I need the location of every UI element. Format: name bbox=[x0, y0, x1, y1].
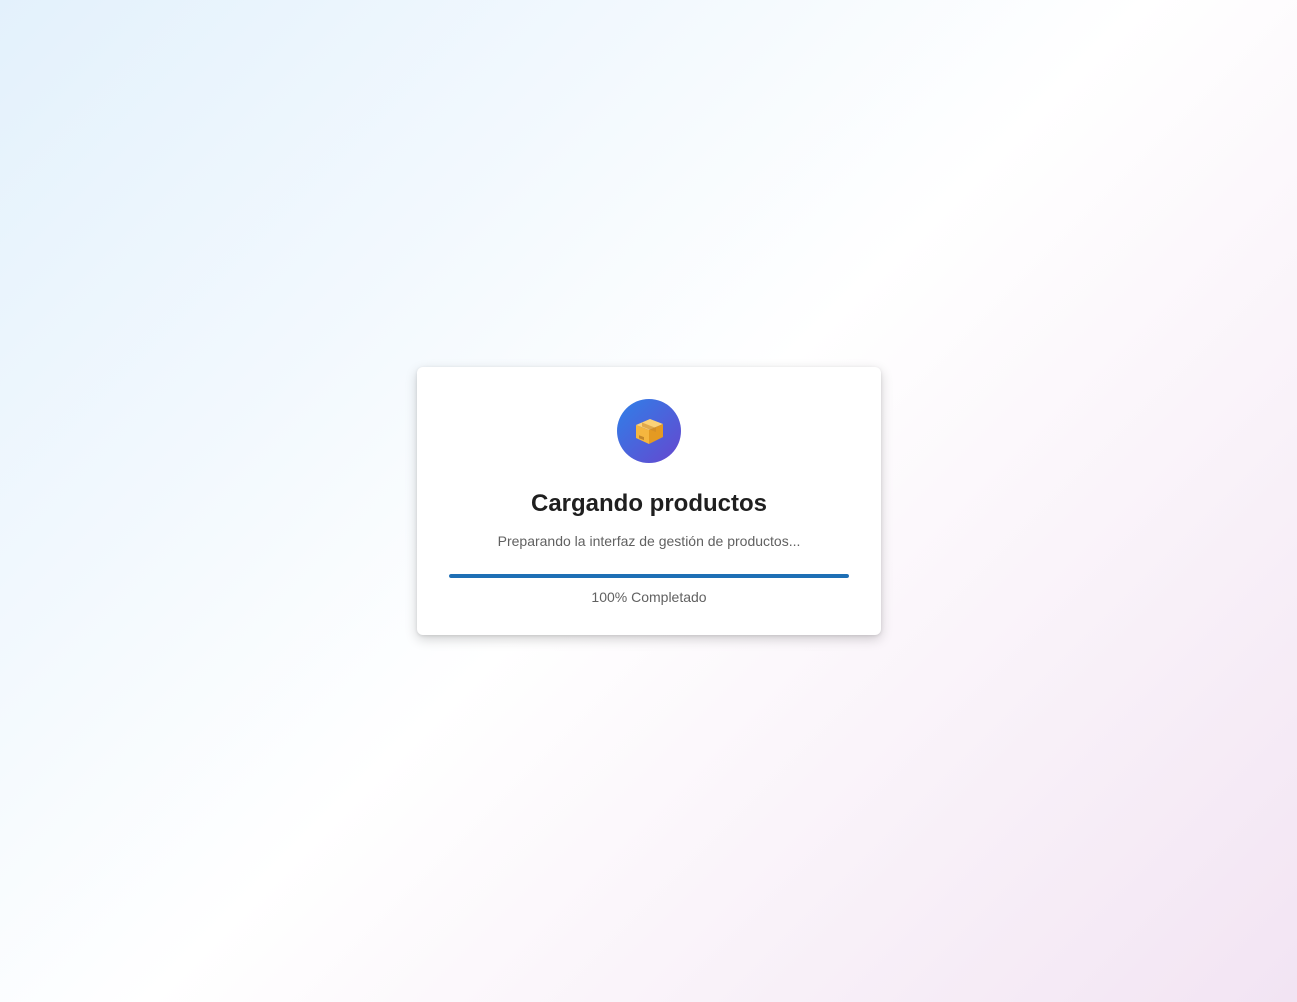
progress-label: 100% Completado bbox=[591, 589, 707, 605]
logo-badge bbox=[617, 399, 681, 463]
loading-subtitle: Preparando la interfaz de gestión de pro… bbox=[497, 533, 801, 549]
package-icon bbox=[630, 412, 668, 450]
loading-card: Cargando productos Preparando la interfa… bbox=[417, 367, 881, 635]
progress-bar-fill bbox=[449, 574, 849, 578]
progress-bar bbox=[449, 574, 849, 578]
loading-title: Cargando productos bbox=[530, 490, 767, 517]
